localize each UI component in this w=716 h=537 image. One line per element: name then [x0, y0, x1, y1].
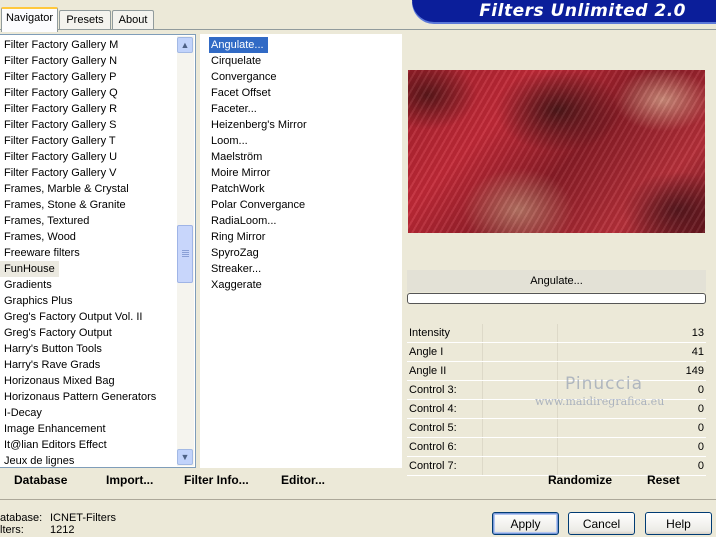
- control-value: 149: [685, 365, 704, 377]
- control-value: 0: [697, 441, 704, 453]
- category-item[interactable]: Frames, Textured: [0, 213, 195, 229]
- control-label: Control 7:: [409, 460, 457, 472]
- filter-item[interactable]: Moire Mirror: [209, 165, 401, 181]
- tab-presets[interactable]: Presets: [59, 10, 111, 30]
- category-scrollbar[interactable]: ▲ ▼: [177, 36, 194, 466]
- category-item[interactable]: It@lian Editors Effect: [0, 437, 195, 453]
- category-item[interactable]: Greg's Factory Output: [0, 325, 195, 341]
- control-slider[interactable]: Angle I 41: [407, 343, 706, 362]
- category-item[interactable]: Frames, Stone & Granite: [0, 197, 195, 213]
- category-item[interactable]: Graphics Plus: [0, 293, 195, 309]
- category-item[interactable]: Jeux de lignes: [0, 453, 195, 467]
- tab-divider: [0, 29, 716, 30]
- category-item[interactable]: Filter Factory Gallery R: [0, 101, 195, 117]
- filter-item[interactable]: Loom...: [209, 133, 401, 149]
- control-slider[interactable]: Control 6: 0: [407, 438, 706, 457]
- help-button[interactable]: Help: [645, 512, 712, 535]
- category-item[interactable]: Horizonaus Pattern Generators: [0, 389, 195, 405]
- preview-image: [408, 70, 705, 233]
- status-filters: lters: 1212: [0, 524, 75, 536]
- control-slider[interactable]: Control 5: 0: [407, 419, 706, 438]
- filter-item[interactable]: Angulate...: [209, 37, 401, 53]
- filter-item[interactable]: Facet Offset: [209, 85, 401, 101]
- control-slider[interactable]: Intensity 13: [407, 324, 706, 343]
- control-value: 0: [697, 422, 704, 434]
- filter-item[interactable]: Cirquelate: [209, 53, 401, 69]
- control-label: Intensity: [409, 327, 450, 339]
- control-slider[interactable]: Angle II 149: [407, 362, 706, 381]
- category-item[interactable]: Filter Factory Gallery M: [0, 37, 195, 53]
- filter-item[interactable]: Heizenberg's Mirror: [209, 117, 401, 133]
- editor-button[interactable]: Editor...: [281, 473, 325, 487]
- filter-item[interactable]: Polar Convergance: [209, 197, 401, 213]
- filter-item[interactable]: Faceter...: [209, 101, 401, 117]
- control-label: Control 3:: [409, 384, 457, 396]
- category-item[interactable]: Filter Factory Gallery S: [0, 117, 195, 133]
- separator: [0, 499, 716, 500]
- filter-item[interactable]: Convergance: [209, 69, 401, 85]
- control-label: Angle I: [409, 346, 444, 358]
- filter-item[interactable]: Xaggerate: [209, 277, 401, 293]
- category-item[interactable]: Filter Factory Gallery N: [0, 53, 195, 69]
- category-item[interactable]: Greg's Factory Output Vol. II: [0, 309, 195, 325]
- category-item[interactable]: Filter Factory Gallery Q: [0, 85, 195, 101]
- filter-item[interactable]: RadiaLoom...: [209, 213, 401, 229]
- category-item[interactable]: Harry's Button Tools: [0, 341, 195, 357]
- filter-item[interactable]: SpyroZag: [209, 245, 401, 261]
- category-item[interactable]: Freeware filters: [0, 245, 195, 261]
- category-item[interactable]: Frames, Wood: [0, 229, 195, 245]
- slider-track[interactable]: [482, 438, 631, 456]
- slider-track[interactable]: [482, 419, 631, 437]
- filter-info-button[interactable]: Filter Info...: [184, 473, 249, 487]
- scroll-up-button[interactable]: ▲: [177, 37, 193, 53]
- category-item[interactable]: FunHouse: [0, 261, 195, 277]
- control-label: Angle II: [409, 365, 447, 377]
- filter-item[interactable]: Streaker...: [209, 261, 401, 277]
- category-item[interactable]: Filter Factory Gallery T: [0, 133, 195, 149]
- category-item[interactable]: Gradients: [0, 277, 195, 293]
- header-banner: Filters Unlimited 2.0: [412, 0, 716, 22]
- apply-button[interactable]: Apply: [492, 512, 559, 535]
- scroll-down-button[interactable]: ▼: [177, 449, 193, 465]
- control-label: Control 6:: [409, 441, 457, 453]
- category-item[interactable]: Frames, Marble & Crystal: [0, 181, 195, 197]
- slider-track[interactable]: [482, 324, 631, 342]
- category-item[interactable]: Filter Factory Gallery V: [0, 165, 195, 181]
- status-database: atabase: ICNET-Filters: [0, 512, 116, 524]
- filter-item[interactable]: Ring Mirror: [209, 229, 401, 245]
- watermark-name: Pinuccia: [565, 374, 643, 394]
- progress-bar: [407, 293, 706, 304]
- tab-about[interactable]: About: [112, 10, 154, 30]
- app-title: Filters Unlimited 2.0: [479, 1, 686, 21]
- control-value: 0: [697, 384, 704, 396]
- randomize-button[interactable]: Randomize: [548, 473, 612, 487]
- control-value: 0: [697, 460, 704, 472]
- tab-navigator[interactable]: Navigator: [1, 7, 58, 32]
- filter-item[interactable]: PatchWork: [209, 181, 401, 197]
- control-value: 13: [691, 327, 704, 339]
- import-button[interactable]: Import...: [106, 473, 153, 487]
- database-button[interactable]: Database: [14, 473, 67, 487]
- reset-button[interactable]: Reset: [647, 473, 680, 487]
- category-item[interactable]: Horizonaus Mixed Bag: [0, 373, 195, 389]
- filter-name-label: Angulate...: [407, 270, 706, 292]
- category-item[interactable]: Image Enhancement: [0, 421, 195, 437]
- category-item[interactable]: Harry's Rave Grads: [0, 357, 195, 373]
- watermark-url: www.maidiregrafica.eu: [535, 395, 665, 408]
- control-value: 41: [691, 346, 704, 358]
- control-label: Control 5:: [409, 422, 457, 434]
- control-value: 0: [697, 403, 704, 415]
- category-item[interactable]: Filter Factory Gallery P: [0, 69, 195, 85]
- control-label: Control 4:: [409, 403, 457, 415]
- cancel-button[interactable]: Cancel: [568, 512, 635, 535]
- slider-track[interactable]: [482, 343, 631, 361]
- scroll-thumb[interactable]: [177, 225, 193, 283]
- category-item[interactable]: I-Decay: [0, 405, 195, 421]
- filter-item[interactable]: Maelström: [209, 149, 401, 165]
- category-item[interactable]: Filter Factory Gallery U: [0, 149, 195, 165]
- category-list[interactable]: Filter Factory Gallery M Filter Factory G…: [0, 34, 196, 468]
- filter-list[interactable]: Angulate... Cirquelate Convergance Facet Of…: [200, 34, 402, 468]
